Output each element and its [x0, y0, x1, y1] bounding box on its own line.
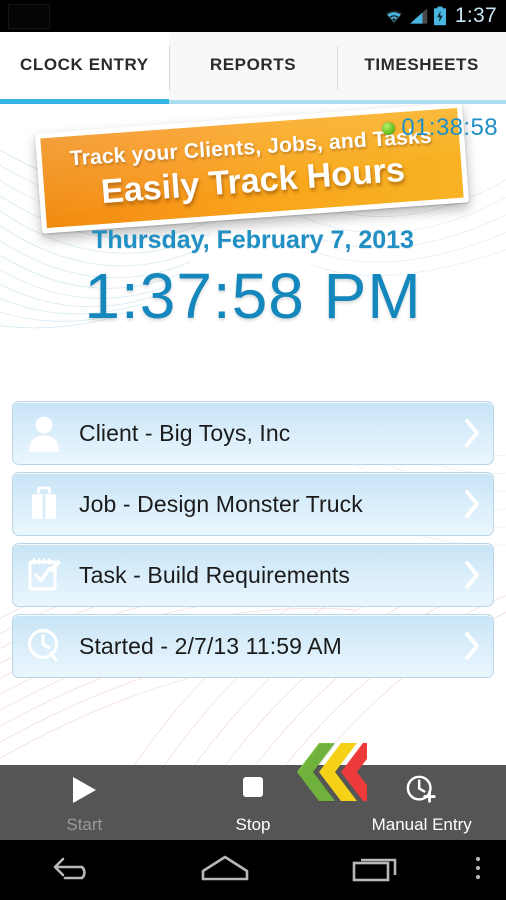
home-button[interactable]	[150, 853, 300, 888]
overflow-menu-button[interactable]	[450, 853, 506, 888]
session-timer: 01:38:58	[382, 114, 498, 142]
android-navigation-bar	[0, 840, 506, 900]
manual-entry-button-label: Manual Entry	[371, 815, 472, 834]
checklist-icon	[13, 543, 75, 607]
tab-reports[interactable]: REPORTS	[168, 32, 338, 104]
chevron-right-icon	[451, 419, 493, 447]
clock-entry-panel: 01:38:58 Track your Clients, Jobs, and T…	[0, 104, 506, 765]
current-time: 1:37:58 PM	[84, 260, 422, 332]
action-toolbar: Start Stop Manual Entry	[0, 743, 506, 840]
person-icon	[13, 401, 75, 465]
tab-timesheets-label: TIMESHEETS	[364, 55, 479, 74]
list-item-started-label: Started - 2/7/13 11:59 AM	[79, 632, 342, 659]
list-item-started[interactable]: Started - 2/7/13 11:59 AM	[12, 614, 494, 678]
wifi-icon	[385, 10, 403, 24]
stop-button-label: Stop	[235, 815, 271, 834]
tab-clock-entry-label: CLOCK ENTRY	[19, 55, 149, 74]
notification-placeholder-icon	[8, 4, 50, 29]
list-item-job-label: Job - Design Monster Truck	[79, 490, 363, 517]
status-indicators: 1:37	[383, 0, 506, 32]
clock-plus-icon	[403, 774, 441, 811]
list-item-client[interactable]: Client - Big Toys, Inc	[12, 401, 494, 465]
start-button-label: Start	[66, 815, 103, 834]
list-item-task[interactable]: Task - Build Requirements	[12, 543, 494, 607]
back-icon	[52, 853, 98, 888]
status-notification-area	[0, 0, 150, 32]
list-item-task-label: Task - Build Requirements	[79, 561, 350, 588]
tab-bar: CLOCK ENTRY REPORTS TIMESHEETS	[0, 32, 506, 104]
play-icon	[67, 774, 101, 811]
clock-icon	[13, 614, 75, 678]
home-icon	[198, 853, 252, 888]
app-screen: 1:37 CLOCK ENTRY REPORTS TIMESHEETS 01:3…	[0, 0, 506, 900]
overflow-menu-icon	[473, 853, 483, 888]
session-elapsed-time: 01:38:58	[401, 114, 498, 141]
chevron-right-icon	[451, 632, 493, 660]
recents-button[interactable]	[300, 853, 450, 888]
status-bar: 1:37	[0, 0, 506, 32]
manual-entry-button[interactable]: Manual Entry	[337, 765, 506, 840]
stop-button[interactable]: Stop	[169, 765, 338, 840]
list-item-client-label: Client - Big Toys, Inc	[79, 419, 291, 446]
entry-list: Client - Big Toys, Inc Job - Design Mons…	[12, 401, 494, 685]
chevron-right-icon	[451, 490, 493, 518]
start-button[interactable]: Start	[0, 765, 169, 840]
current-date: Thursday, February 7, 2013	[92, 226, 414, 254]
status-bar-clock: 1:37	[454, 4, 497, 27]
chevron-right-icon	[451, 561, 493, 589]
recents-icon	[350, 853, 400, 888]
running-status-dot-icon	[382, 121, 396, 135]
stop-square-icon	[236, 774, 270, 811]
briefcase-icon	[13, 472, 75, 536]
list-item-job[interactable]: Job - Design Monster Truck	[12, 472, 494, 536]
tab-reports-label: REPORTS	[209, 55, 297, 74]
tab-clock-entry[interactable]: CLOCK ENTRY	[0, 32, 169, 104]
cellular-signal-icon	[409, 8, 428, 24]
back-button[interactable]	[0, 853, 150, 888]
tab-timesheets[interactable]: TIMESHEETS	[337, 32, 506, 104]
battery-charging-icon	[433, 6, 446, 26]
